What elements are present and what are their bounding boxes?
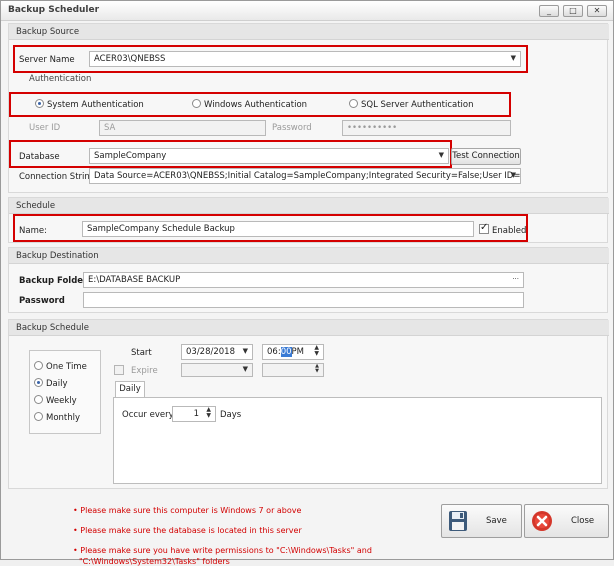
backup-source-header: Backup Source <box>9 24 609 40</box>
schedule-section: Schedule Name: SampleCompany Schedule Ba… <box>8 197 609 243</box>
chevron-down-icon: ▼ <box>242 365 248 373</box>
browse-ellipsis-button[interactable]: ... <box>512 273 519 281</box>
destination-password-field[interactable] <box>83 292 524 308</box>
radio-unselected-icon <box>34 361 43 370</box>
radio-selected-icon <box>34 378 43 387</box>
user-id-field[interactable]: SA <box>99 120 266 136</box>
radio-label: Weekly <box>46 396 77 406</box>
backup-folder-label: Backup Folder <box>19 276 88 286</box>
backup-folder-value: E:\DATABASE BACKUP <box>88 275 181 285</box>
warning-text: Please make sure the database is located… <box>80 526 302 535</box>
close-label: Close <box>571 516 595 526</box>
days-label: Days <box>220 410 242 420</box>
highlight-database <box>9 140 452 168</box>
minimize-button[interactable]: _ <box>539 5 559 17</box>
radio-one-time[interactable]: One Time <box>34 361 87 372</box>
occur-every-label: Occur every <box>122 410 174 420</box>
highlight-server-name <box>13 45 528 73</box>
expire-date-picker[interactable]: ▼ <box>181 363 253 377</box>
backup-destination-header: Backup Destination <box>9 248 609 264</box>
backup-folder-field[interactable]: E:\DATABASE BACKUP ... <box>83 272 524 288</box>
close-button[interactable]: Close <box>524 504 609 538</box>
save-label: Save <box>486 516 507 526</box>
start-label: Start <box>131 348 152 358</box>
backup-destination-section: Backup Destination Backup Folder E:\DATA… <box>8 247 609 313</box>
destination-password-label: Password <box>19 296 65 306</box>
radio-label: Daily <box>46 379 68 389</box>
save-button[interactable]: Save <box>441 504 522 538</box>
auth-password-label: Password <box>272 123 312 133</box>
close-window-button[interactable]: ✕ <box>587 5 607 17</box>
close-icon <box>532 511 552 531</box>
backup-schedule-section: Backup Schedule One Time Daily Weekly Mo… <box>8 319 609 489</box>
radio-daily[interactable]: Daily <box>34 378 68 389</box>
frequency-group: One Time Daily Weekly Monthly <box>29 350 101 434</box>
start-time-spinner[interactable]: 06:00PM ▲ ▼ <box>262 344 324 360</box>
tab-daily[interactable]: Daily <box>115 381 145 398</box>
radio-monthly[interactable]: Monthly <box>34 412 80 423</box>
warning-text: "C:\Windows\System32\Tasks" folders <box>79 557 230 566</box>
highlight-schedule-name <box>13 214 528 242</box>
test-connection-button[interactable]: Test Connection <box>451 148 521 165</box>
occur-every-value: 1 <box>193 409 199 419</box>
expire-checkbox[interactable] <box>114 365 124 375</box>
time-minute-selected: 00 <box>280 347 292 357</box>
schedule-header: Schedule <box>9 198 609 214</box>
authentication-label: Authentication <box>29 74 92 84</box>
expire-label: Expire <box>131 366 158 376</box>
connection-string-dropdown[interactable]: Data Source=ACER03\QNEBSS;Initial Catalo… <box>89 168 521 184</box>
time-ampm: PM <box>291 347 304 357</box>
warning-folders: "C:\Windows\System32\Tasks" folders <box>79 557 230 566</box>
warning-windows-version: • Please make sure this computer is Wind… <box>73 506 302 515</box>
maximize-button[interactable]: □ <box>563 5 583 17</box>
chevron-down-icon: ▼ <box>510 171 516 179</box>
warning-text: Please make sure this computer is Window… <box>80 506 302 515</box>
connection-string-value: Data Source=ACER03\QNEBSS;Initial Catalo… <box>94 171 521 181</box>
warning-write-permissions: • Please make sure you have write permis… <box>73 546 372 555</box>
radio-weekly[interactable]: Weekly <box>34 395 77 406</box>
backup-scheduler-window: Backup Scheduler _ □ ✕ Backup Source Ser… <box>0 0 614 566</box>
start-date-value: 03/28/2018 <box>186 347 235 357</box>
radio-unselected-icon <box>34 412 43 421</box>
highlight-authentication <box>9 92 511 117</box>
daily-tab-panel: Occur every 1 ▲ ▼ Days <box>113 397 602 484</box>
window-title: Backup Scheduler <box>8 5 100 15</box>
backup-schedule-header: Backup Schedule <box>9 320 609 336</box>
warning-text: Please make sure you have write permissi… <box>80 546 372 555</box>
occur-every-spinner[interactable]: 1 ▲ ▼ <box>172 406 216 422</box>
radio-unselected-icon <box>34 395 43 404</box>
expire-time-spinner[interactable]: ▲ ▼ <box>262 363 324 377</box>
spin-arrows-icon[interactable]: ▲ ▼ <box>206 407 211 419</box>
chevron-down-icon: ▼ <box>242 347 248 355</box>
backup-source-section: Backup Source Server Name ACER03\QNEBSS … <box>8 23 609 193</box>
title-bar: Backup Scheduler _ □ ✕ <box>1 1 613 21</box>
spin-arrows-icon[interactable]: ▲ ▼ <box>314 345 319 357</box>
radio-label: One Time <box>46 362 87 372</box>
auth-password-field[interactable]: •••••••••• <box>342 120 511 136</box>
floppy-disk-icon <box>449 511 467 531</box>
radio-label: Monthly <box>46 413 81 423</box>
time-hour: 06: <box>267 347 281 357</box>
user-id-label: User ID <box>29 123 61 133</box>
connection-string-label: Connection String <box>19 172 96 182</box>
warning-database-location: • Please make sure the database is locat… <box>73 526 302 535</box>
start-date-picker[interactable]: 03/28/2018 ▼ <box>181 344 253 360</box>
spin-arrows-icon: ▲ ▼ <box>315 363 319 374</box>
